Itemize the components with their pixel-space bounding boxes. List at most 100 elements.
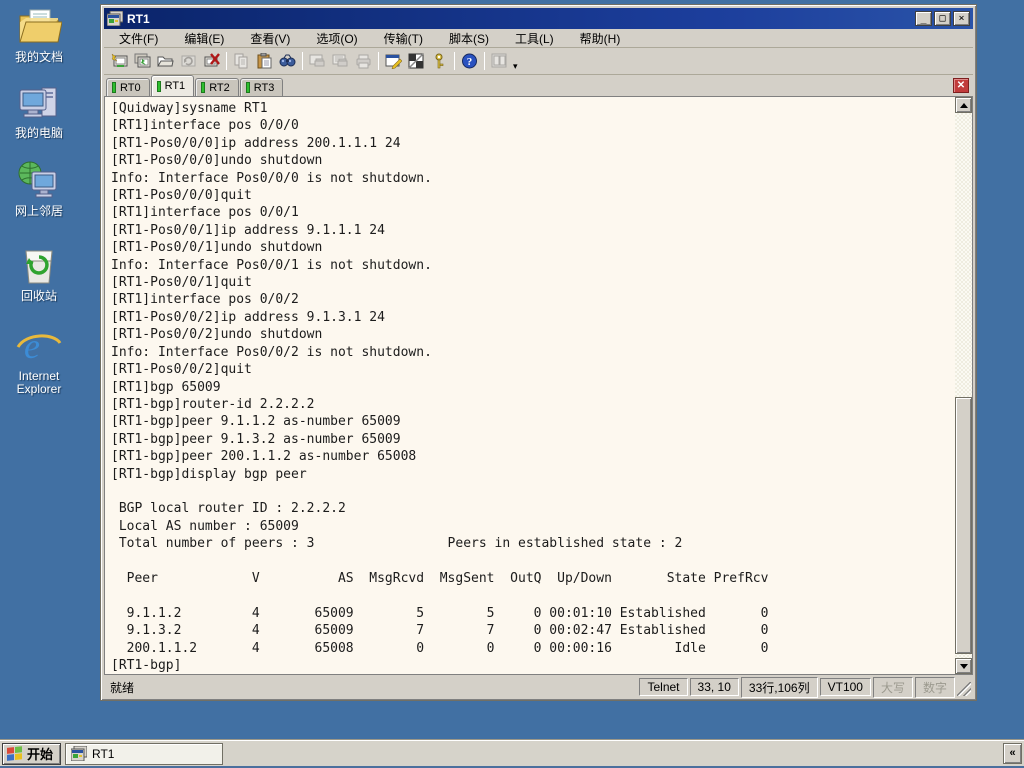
tab-rt0[interactable]: RT0 — [106, 78, 150, 96]
terminal-output[interactable]: [Quidway]sysname RT1 [RT1]interface pos … — [105, 97, 955, 674]
tab-rt3[interactable]: RT3 — [239, 78, 284, 96]
menu-options[interactable]: 选项(O) — [307, 28, 366, 49]
quick-connect-icon — [111, 53, 128, 67]
terminal-window: RT1 _ □ × 文件(F) 编辑(E) 查看(V) 选项(O) 传输(T) … — [100, 4, 977, 701]
toolbar-separator — [302, 52, 303, 70]
arrow-down-icon — [959, 663, 968, 669]
status-caps-lock: 大写 — [872, 676, 913, 698]
disconnect-icon — [204, 53, 220, 67]
status-protocol: Telnet — [639, 678, 688, 696]
tab-rt1[interactable]: RT1 — [150, 75, 195, 96]
disconnect-button[interactable] — [200, 50, 223, 72]
print-selection-button — [329, 50, 352, 72]
desktop-icon-network-places[interactable]: 网上邻居 — [2, 160, 76, 218]
scroll-up-button[interactable] — [955, 97, 972, 113]
window-title: RT1 — [127, 11, 150, 26]
session-options-button[interactable] — [382, 50, 405, 72]
security-key-button[interactable] — [428, 50, 451, 72]
app-icon — [107, 11, 123, 26]
taskbar-task-rt1[interactable]: RT1 — [65, 742, 224, 765]
tab-label: RT3 — [253, 81, 275, 94]
internet-explorer-icon: e — [16, 326, 62, 366]
copy-button — [230, 50, 253, 72]
windows-logo-icon — [7, 745, 23, 762]
start-button[interactable]: 开始 — [2, 742, 62, 765]
desktop-icon-recycle-bin[interactable]: 回收站 — [2, 245, 76, 303]
quick-connect-button[interactable] — [108, 50, 131, 72]
print-preview-icon — [309, 54, 325, 67]
svg-text:?: ? — [467, 56, 473, 68]
close-button[interactable]: × — [953, 11, 970, 26]
print-preview-button — [306, 50, 329, 72]
status-screen-size: 33行,106列 — [740, 676, 818, 698]
task-label: RT1 — [92, 746, 115, 761]
menu-bar: 文件(F) 编辑(E) 查看(V) 选项(O) 传输(T) 脚本(S) 工具(L… — [104, 29, 973, 48]
status-emulation: VT100 — [819, 678, 871, 696]
recycle-bin-icon — [25, 250, 53, 284]
scroll-down-button[interactable] — [955, 658, 972, 674]
terminal-area[interactable]: [Quidway]sysname RT1 [RT1]interface pos … — [104, 97, 973, 675]
tile-windows-icon — [491, 53, 507, 68]
session-options-icon — [385, 54, 402, 69]
network-places-icon — [18, 161, 57, 198]
paste-icon — [257, 53, 272, 69]
connected-led-icon — [245, 82, 250, 93]
menu-help[interactable]: 帮助(H) — [571, 28, 630, 49]
menu-tools[interactable]: 工具(L) — [506, 28, 563, 49]
print-selection-icon — [332, 54, 348, 67]
connect-in-tab-icon — [134, 53, 151, 68]
status-bar: 就绪 Telnet 33, 10 33行,106列 VT100 大写 数字 — [104, 676, 973, 698]
desktop-icon-label: 我的电脑 — [14, 126, 63, 140]
status-num-lock: 数字 — [914, 676, 955, 698]
keymap-button[interactable] — [405, 50, 428, 72]
desktop-icon-label: 我的文档 — [14, 50, 63, 64]
tile-windows-button — [488, 50, 511, 72]
app-icon — [71, 746, 88, 761]
desktop: { "desktop": { "icons": [ { "name": "my-… — [0, 0, 1024, 768]
titlebar[interactable]: RT1 _ □ × — [104, 8, 973, 29]
desktop-icon-my-computer[interactable]: 我的电脑 — [2, 82, 76, 140]
copy-icon — [234, 53, 248, 69]
toolbar-separator — [226, 52, 227, 70]
menu-file[interactable]: 文件(F) — [110, 28, 167, 49]
print-icon — [356, 54, 371, 69]
menu-transfer[interactable]: 传输(T) — [375, 28, 432, 49]
tab-rt2[interactable]: RT2 — [195, 78, 239, 96]
connected-led-icon — [201, 82, 206, 93]
tab-label: RT1 — [164, 80, 186, 92]
menu-script[interactable]: 脚本(S) — [440, 28, 498, 49]
svg-text:e: e — [24, 326, 40, 366]
connected-led-icon — [156, 80, 161, 92]
tab-label: RT2 — [209, 81, 230, 94]
desktop-icon-internet-explorer[interactable]: e Internet Explorer — [2, 325, 76, 396]
resize-grip[interactable] — [957, 682, 971, 696]
my-documents-icon — [19, 9, 62, 43]
vertical-scrollbar[interactable] — [955, 97, 972, 674]
maximize-button[interactable]: □ — [934, 11, 951, 26]
connect-in-tab-button[interactable] — [131, 50, 154, 72]
find-icon — [279, 54, 296, 67]
keymap-icon — [408, 53, 424, 69]
toolbar-separator — [484, 52, 485, 70]
reconnect-icon — [181, 55, 196, 67]
toolbar: ? ▾ — [104, 48, 973, 75]
arrow-up-icon — [959, 102, 968, 108]
session-manager-button[interactable] — [154, 50, 177, 72]
scrollbar-thumb[interactable] — [955, 397, 972, 654]
help-button[interactable]: ? — [458, 50, 481, 72]
security-key-icon — [435, 53, 444, 69]
tray-collapse-button[interactable]: « — [1003, 743, 1022, 764]
status-cursor-position: 33, 10 — [689, 678, 739, 696]
tab-close-button[interactable]: ✕ — [953, 78, 969, 93]
menu-edit[interactable]: 编辑(E) — [175, 28, 233, 49]
paste-button[interactable] — [253, 50, 276, 72]
toolbar-overflow-button[interactable]: ▾ — [513, 61, 518, 74]
tab-bar: RT0 RT1 RT2 RT3 ✕ — [104, 75, 973, 97]
desktop-icon-label: 网上邻居 — [14, 204, 63, 218]
desktop-icon-label: Internet Explorer — [16, 369, 62, 396]
desktop-icon-label: 回收站 — [20, 289, 57, 303]
find-button[interactable] — [276, 50, 299, 72]
desktop-icon-my-documents[interactable]: 我的文档 — [2, 6, 76, 64]
menu-view[interactable]: 查看(V) — [241, 28, 299, 49]
minimize-button[interactable]: _ — [915, 11, 932, 26]
